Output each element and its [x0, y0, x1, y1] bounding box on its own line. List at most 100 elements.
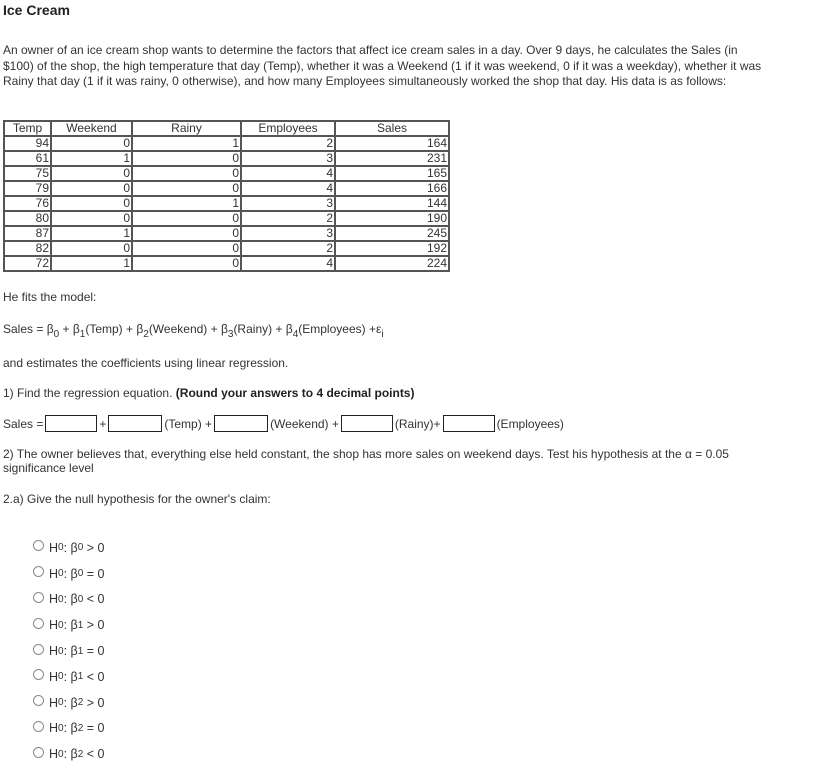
h-symbol: H: [49, 669, 59, 684]
intercept-input[interactable]: [45, 415, 98, 432]
table-body: 94 0 1 2 164 61 1 0 3 231 75 0 0 4 165 79 0 0 4 166 76 0 1 3 144…: [3, 135, 450, 272]
model-term: +: [59, 322, 73, 336]
radio-button[interactable]: [33, 617, 44, 629]
cell-rainy: 1: [131, 195, 242, 212]
model-equation: Sales = β0 + β1(Temp) + β2(Weekend) + β3…: [3, 322, 384, 340]
cell-temp: 61: [3, 150, 52, 167]
cell-weekend: 1: [50, 255, 133, 272]
cell-weekend: 0: [50, 195, 133, 212]
separator: :: [63, 592, 71, 607]
radio-button[interactable]: [33, 643, 44, 655]
rainy-coefficient-input[interactable]: [340, 415, 393, 432]
cell-temp: 75: [3, 165, 52, 182]
beta-symbol: β: [46, 322, 54, 336]
hypothesis-option[interactable]: H0: β2 < 0: [33, 741, 105, 767]
cell-employees: 2: [240, 135, 336, 152]
question-1: 1) Find the regression equation. (Round …: [3, 386, 414, 400]
table-row: 61 1 0 3 231: [3, 150, 450, 167]
page-title: Ice Cream: [3, 2, 70, 18]
header-temp: Temp: [3, 120, 52, 137]
cell-employees: 3: [240, 225, 336, 242]
separator: :: [63, 695, 71, 710]
temp-coefficient-input[interactable]: [108, 415, 163, 432]
cell-weekend: 1: [50, 225, 133, 242]
beta-symbol: β: [70, 695, 78, 710]
hypothesis-option[interactable]: H0: β2 > 0: [33, 690, 105, 716]
cell-employees: 4: [240, 165, 336, 182]
separator: :: [63, 618, 71, 633]
h-symbol: H: [49, 695, 59, 710]
hypothesis-option[interactable]: H0: β0 > 0: [33, 535, 105, 561]
cell-sales: 224: [334, 255, 450, 272]
model-term: (Temp) +: [85, 322, 137, 336]
header-employees: Employees: [240, 120, 336, 137]
hypothesis-option[interactable]: H0: β2 = 0: [33, 716, 105, 742]
header-rainy: Rainy: [131, 120, 242, 137]
separator: :: [63, 566, 71, 581]
model-lhs: Sales =: [3, 322, 47, 336]
relation: < 0: [83, 592, 105, 607]
cell-temp: 82: [3, 240, 52, 257]
model-term: (Weekend) +: [148, 322, 221, 336]
cell-weekend: 1: [50, 150, 133, 167]
employees-coefficient-input[interactable]: [442, 415, 495, 432]
question-2a: 2.a) Give the null hypothesis for the ow…: [3, 492, 271, 506]
cell-rainy: 1: [131, 135, 242, 152]
radio-button[interactable]: [33, 591, 44, 603]
cell-weekend: 0: [50, 180, 133, 197]
cell-sales: 165: [334, 165, 450, 182]
cell-employees: 3: [240, 150, 336, 167]
cell-temp: 79: [3, 180, 52, 197]
radio-button[interactable]: [33, 746, 44, 758]
cell-employees: 2: [240, 240, 336, 257]
separator: :: [63, 644, 71, 659]
cell-weekend: 0: [50, 165, 133, 182]
separator: :: [63, 540, 71, 555]
subscript: i: [381, 329, 384, 340]
cell-rainy: 0: [131, 150, 242, 167]
beta-symbol: β: [70, 566, 78, 581]
cell-employees: 4: [240, 255, 336, 272]
equation-employees-label: (Employees): [496, 416, 564, 431]
relation: = 0: [83, 644, 105, 659]
table-row: 94 0 1 2 164: [3, 135, 450, 152]
cell-temp: 87: [3, 225, 52, 242]
beta-symbol: β: [70, 618, 78, 633]
beta-symbol: β: [220, 322, 228, 336]
cell-sales: 231: [334, 150, 450, 167]
h-symbol: H: [49, 721, 59, 736]
radio-button[interactable]: [33, 669, 44, 681]
radio-button[interactable]: [33, 566, 44, 578]
cell-employees: 4: [240, 180, 336, 197]
hypothesis-option[interactable]: H0: β1 < 0: [33, 664, 105, 690]
table-row: 82 0 0 2 192: [3, 240, 450, 257]
cell-temp: 72: [3, 255, 52, 272]
question-2: 2) The owner believes that, everything e…: [3, 447, 729, 475]
hypothesis-option[interactable]: H0: β0 = 0: [33, 561, 105, 587]
separator: :: [63, 747, 71, 762]
cell-sales: 245: [334, 225, 450, 242]
radio-button[interactable]: [33, 695, 44, 707]
beta-symbol: β: [70, 747, 78, 762]
cell-weekend: 0: [50, 210, 133, 227]
radio-button[interactable]: [33, 540, 44, 552]
hypothesis-option[interactable]: H0: β1 = 0: [33, 638, 105, 664]
hypothesis-option[interactable]: H0: β1 > 0: [33, 612, 105, 638]
fits-text: He fits the model:: [3, 290, 97, 304]
hypothesis-option[interactable]: H0: β0 < 0: [33, 587, 105, 613]
intro-paragraph: An owner of an ice cream shop wants to d…: [3, 43, 762, 88]
equation-rainy-label: (Rainy)+: [394, 416, 441, 431]
h-symbol: H: [49, 540, 59, 555]
h-symbol: H: [49, 592, 59, 607]
cell-temp: 80: [3, 210, 52, 227]
data-table: Temp Weekend Rainy Employees Sales 94 0 1 2…: [3, 120, 450, 272]
weekend-coefficient-input[interactable]: [214, 415, 269, 432]
beta-symbol: β: [285, 322, 293, 336]
question-1-instruction: (Round your answers to 4 decimal points): [175, 386, 415, 400]
table-header-row: Temp Weekend Rainy Employees Sales: [3, 120, 450, 137]
cell-sales: 164: [334, 135, 450, 152]
cell-rainy: 0: [131, 255, 242, 272]
cell-sales: 166: [334, 180, 450, 197]
radio-button[interactable]: [33, 720, 44, 732]
cell-rainy: 0: [131, 210, 242, 227]
